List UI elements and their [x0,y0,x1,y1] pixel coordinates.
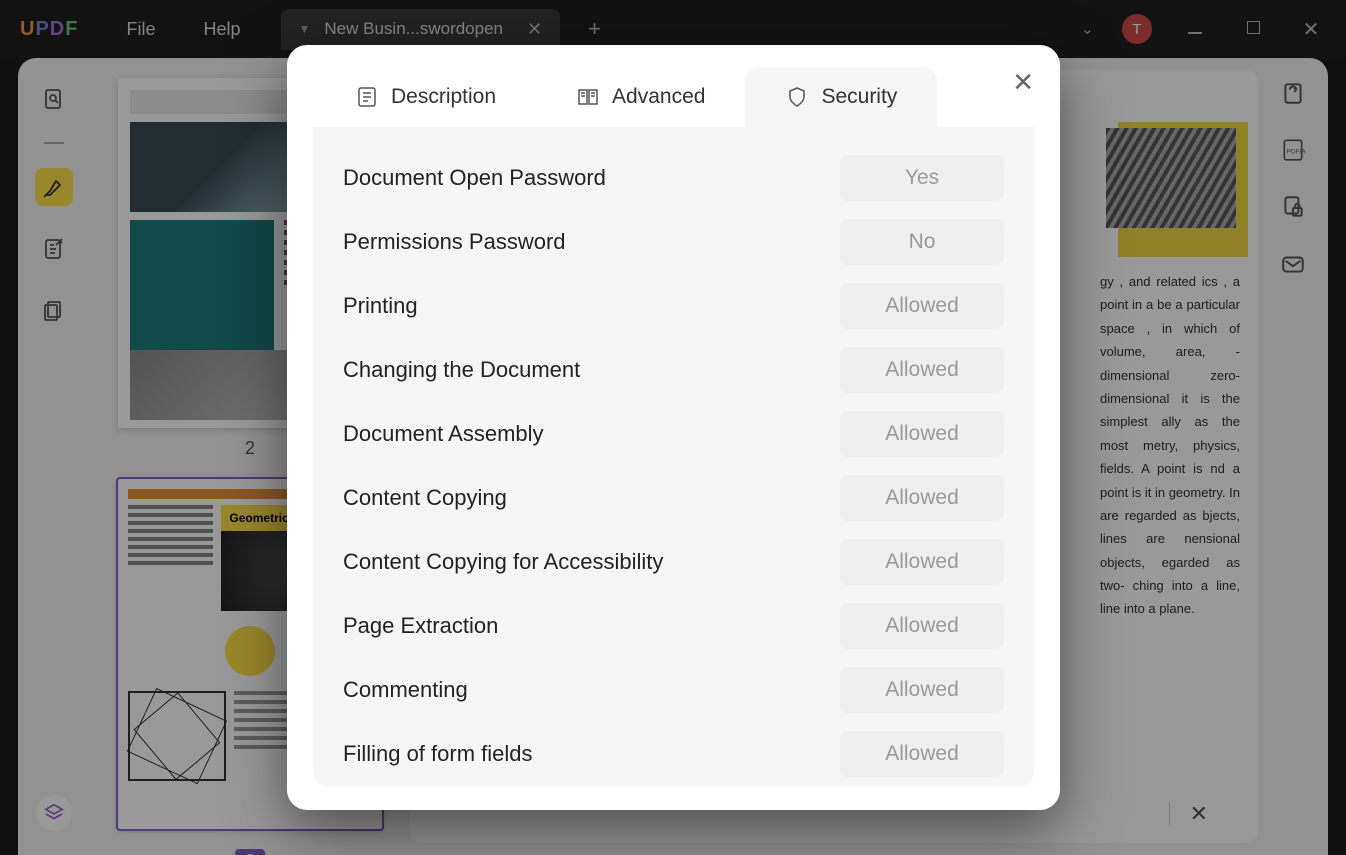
security-row: Commenting Allowed [343,667,1004,713]
security-row: Document Assembly Allowed [343,411,1004,457]
security-row: Content Copying Allowed [343,475,1004,521]
security-row: Page Extraction Allowed [343,603,1004,649]
security-label: Content Copying [343,485,507,511]
security-row: Filling of form fields Allowed [343,731,1004,777]
tab-advanced-label: Advanced [612,85,705,109]
security-value: Allowed [840,667,1004,713]
security-row: Changing the Document Allowed [343,347,1004,393]
security-panel: Document Open Password Yes Permissions Pa… [313,127,1034,787]
properties-modal: Description Advanced Security ✕ Document… [287,45,1060,810]
security-row: Content Copying for Accessibility Allowed [343,539,1004,585]
security-label: Filling of form fields [343,741,533,767]
tab-security[interactable]: Security [745,67,937,127]
security-row: Printing Allowed [343,283,1004,329]
security-value: Allowed [840,731,1004,777]
security-value: Allowed [840,347,1004,393]
security-row: Permissions Password No [343,219,1004,265]
tab-security-label: Security [821,85,897,109]
security-label: Content Copying for Accessibility [343,549,663,575]
security-value: No [840,219,1004,265]
security-label: Commenting [343,677,468,703]
security-label: Printing [343,293,418,319]
tab-description-label: Description [391,85,496,109]
security-label: Page Extraction [343,613,498,639]
security-value: Allowed [840,603,1004,649]
modal-close-button[interactable]: ✕ [1012,67,1034,98]
security-value: Allowed [840,475,1004,521]
tab-description[interactable]: Description [315,67,536,127]
security-label: Document Assembly [343,421,544,447]
security-label: Changing the Document [343,357,580,383]
security-label: Document Open Password [343,165,606,191]
security-value: Allowed [840,539,1004,585]
security-label: Permissions Password [343,229,566,255]
security-value: Allowed [840,283,1004,329]
security-row: Document Open Password Yes [343,155,1004,201]
security-value: Yes [840,155,1004,201]
security-value: Allowed [840,411,1004,457]
tab-advanced[interactable]: Advanced [536,67,745,127]
